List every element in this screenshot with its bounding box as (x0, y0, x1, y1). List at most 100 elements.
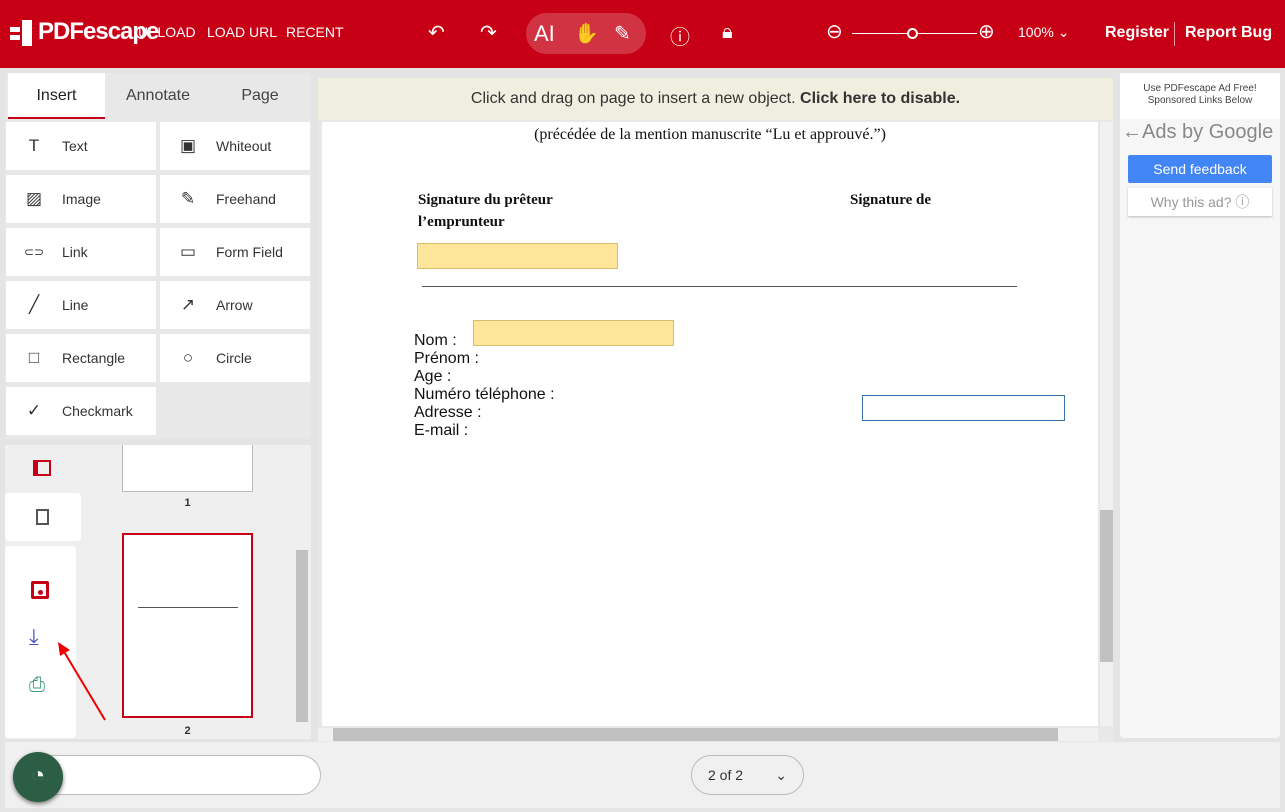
ads-by-text: Ads by Google (1142, 121, 1274, 143)
insert-panel: Insert Annotate Page T Text ▣ Whiteout ▨ Im… (5, 73, 311, 439)
tool-label: Image (62, 191, 101, 207)
field-nom-label: Nom : (414, 332, 457, 349)
zoom-select[interactable]: 100% ⌄ (1018, 24, 1069, 41)
field-email-label: E-mail : (414, 422, 469, 439)
zoom-slider-handle[interactable] (907, 28, 918, 39)
report-bug-link[interactable]: Report Bug (1185, 24, 1272, 42)
tool-label: Link (62, 244, 88, 260)
tool-label: Rectangle (62, 350, 126, 366)
search-input[interactable] (25, 755, 321, 795)
doc-borrower: l’emprunteur (418, 214, 505, 230)
insert-notice: Click and drag on page to insert a new o… (318, 78, 1113, 120)
rectangle-icon: □ (28, 348, 40, 367)
ad-free-notice[interactable]: Use PDFescape Ad Free! Sponsored Links Be… (1120, 73, 1280, 119)
download-icon[interactable]: ⤓ (29, 624, 39, 650)
sidebar-toggle-icon[interactable] (33, 460, 51, 476)
doc-subtitle: (précédée de la mention manuscrite “Lu e… (534, 126, 886, 143)
link-icon: ⊂⊃ (23, 245, 45, 259)
tool-label: Line (62, 297, 89, 313)
tool-form-field[interactable]: ▭ Form Field (160, 228, 310, 276)
form-field-nom[interactable] (473, 320, 674, 346)
page-selector[interactable]: 2 of 2 ⌄ (691, 755, 804, 795)
text-icon: T (28, 136, 40, 155)
register-link[interactable]: Register (1105, 24, 1169, 42)
pencil-icon[interactable]: ✎ (614, 21, 631, 46)
circle-icon: ○ (182, 348, 194, 367)
doc-sig-borrower: Signature de (850, 192, 931, 208)
why-this-ad-button[interactable]: Why this ad? ⓘ (1128, 188, 1272, 216)
thumbnail-page-2[interactable] (122, 533, 253, 718)
tool-link[interactable]: ⊂⊃ Link (6, 228, 156, 276)
field-phone-label: Numéro téléphone : (414, 386, 555, 403)
load-url-link[interactable]: LOAD URL (207, 24, 277, 40)
arrow-icon: ↗ (180, 295, 196, 314)
text-field-input[interactable] (862, 395, 1065, 421)
info-icon[interactable]: ⓘ (670, 21, 690, 50)
ads-by-google: ←Ads by Google (1122, 121, 1274, 143)
tab-annotate[interactable]: Annotate (108, 73, 208, 119)
lock-icon[interactable]: 🔒︎ (722, 21, 733, 44)
bookmark-icon (36, 509, 49, 525)
tool-label: Circle (216, 350, 252, 366)
thumbnail-label: 1 (184, 497, 191, 509)
notice-text: Click and drag on page to insert a new o… (470, 90, 801, 107)
checkmark-icon: ✓ (26, 401, 42, 420)
tool-mode-group: AI ✋ ✎ (526, 13, 646, 54)
pdf-page: (précédée de la mention manuscrite “Lu e… (322, 122, 1098, 726)
tool-checkmark[interactable]: ✓ Checkmark (6, 387, 156, 435)
bookmarks-button[interactable] (5, 493, 81, 541)
disable-notice-link[interactable]: Click here to disable. (800, 90, 960, 107)
tool-text[interactable]: T Text (6, 122, 156, 170)
tool-label: Whiteout (216, 138, 272, 154)
form-field-signature[interactable] (417, 243, 618, 269)
zoom-value: 100% (1018, 24, 1054, 40)
hand-icon[interactable]: ✋ (574, 21, 599, 46)
cookie-settings-icon[interactable]: ◔ (13, 752, 63, 802)
tool-arrow[interactable]: ↗ Arrow (160, 281, 310, 329)
tool-label: Freehand (216, 191, 276, 207)
tool-label: Checkmark (62, 403, 133, 419)
thumbnail-label: 2 (184, 725, 191, 737)
zoom-in-icon[interactable]: ⊕ (978, 19, 995, 44)
tool-circle[interactable]: ○ Circle (160, 334, 310, 382)
tab-page[interactable]: Page (210, 73, 310, 119)
undo-icon[interactable]: ↶ (428, 20, 445, 45)
print-icon[interactable]: ⎙ (29, 674, 45, 697)
ad-line1: Use PDFescape Ad Free! (1143, 83, 1257, 94)
logo-icon (10, 20, 34, 46)
ad-panel: Use PDFescape Ad Free! Sponsored Links Be… (1120, 73, 1280, 738)
tab-insert[interactable]: Insert (8, 73, 105, 119)
tool-label: Text (62, 138, 88, 154)
tool-rectangle[interactable]: □ Rectangle (6, 334, 156, 382)
thumbnail-page-1[interactable] (122, 445, 253, 492)
doc-sig-lender: Signature du prêteur (418, 192, 553, 208)
tool-label: Form Field (216, 244, 283, 260)
thumbnail-panel: ⤓ ⎙ 1 2 (5, 445, 311, 739)
redo-icon[interactable]: ↷ (480, 20, 497, 45)
field-address-label: Adresse : (414, 404, 482, 421)
vertical-scrollbar[interactable] (1100, 122, 1113, 726)
save-icon[interactable] (31, 581, 49, 599)
chevron-down-icon: ⌄ (775, 767, 787, 783)
upload-link[interactable]: UPLOAD (138, 24, 196, 40)
thumbnail-scrollbar[interactable] (296, 550, 308, 722)
send-feedback-button[interactable]: Send feedback (1128, 155, 1272, 183)
bottom-bar: ◔ 2 of 2 ⌄ (5, 742, 1280, 808)
ad-line2: Sponsored Links Below (1147, 95, 1253, 106)
tool-whiteout[interactable]: ▣ Whiteout (160, 122, 310, 170)
line-icon: ╱ (28, 295, 40, 314)
red-arrow-annotation (58, 642, 106, 721)
tool-image[interactable]: ▨ Image (6, 175, 156, 223)
image-icon: ▨ (25, 189, 43, 208)
horizontal-scrollbar[interactable] (318, 728, 1098, 741)
tool-line[interactable]: ╱ Line (6, 281, 156, 329)
text-select-icon[interactable]: AI (534, 21, 555, 47)
field-age-label: Age : (414, 368, 452, 385)
freehand-icon: ✎ (180, 189, 196, 208)
recent-link[interactable]: RECENT (286, 24, 344, 40)
divider (422, 286, 1017, 287)
header: PDFescape UPLOAD LOAD URL RECENT ↶ ↷ AI … (0, 0, 1285, 68)
zoom-out-icon[interactable]: ⊖ (826, 19, 843, 44)
form-field-icon: ▭ (179, 242, 197, 261)
tool-freehand[interactable]: ✎ Freehand (160, 175, 310, 223)
